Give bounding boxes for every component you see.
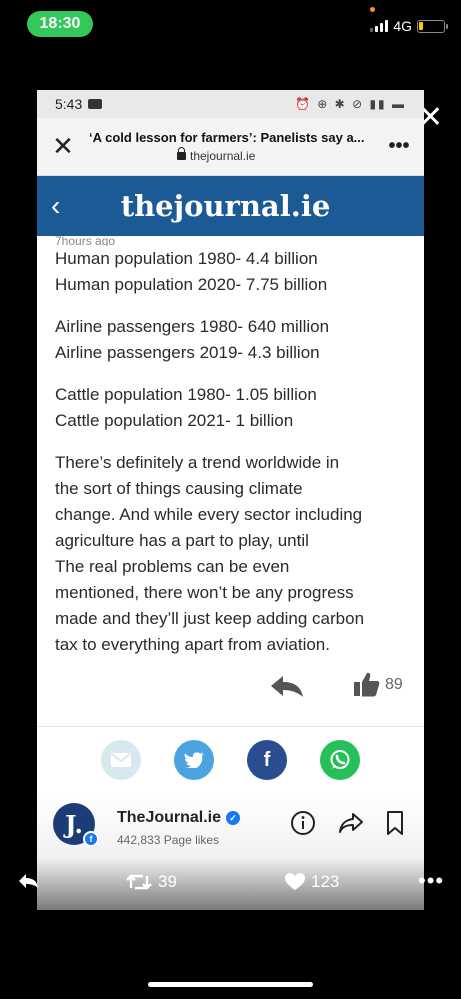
more-options-icon[interactable]: ••• [384,135,414,158]
facebook-badge-icon: f [83,831,99,847]
outer-status-bar: 18:30 4G [0,0,461,50]
url-text: thejournal.ie [190,149,256,163]
site-header: ‹ thejournal.ie [37,176,424,236]
like-count: 89 [385,676,403,693]
back-chevron-icon[interactable]: ‹ [51,190,81,222]
outer-status-right: 4G [370,18,448,34]
body-line: tax to everything apart from aviation. [55,635,330,654]
body-line: The real problems can be even [55,557,290,576]
page-title: ‘A cold lesson for farmers’: Panelists s… [89,130,365,145]
facebook-icon[interactable]: f [247,740,287,780]
page-name: TheJournal.ie [117,809,222,826]
comment-time: 7hours ago [55,236,116,246]
tweet-actions: 39 123 ••• [0,868,461,898]
stat-line: Human population 1980- 4.4 billion [55,249,318,268]
lock-icon [177,147,186,160]
network-label: 4G [393,18,412,34]
browser-close-icon[interactable]: ✕ [47,131,79,162]
page-name-row[interactable]: TheJournal.ie ✓ [117,809,241,827]
share-row: f [37,740,424,780]
body-line: the sort of things causing climate [55,479,303,498]
info-icon[interactable] [290,810,316,836]
stat-line: Airline passengers 1980- 640 million [55,317,330,336]
stat-group-human: Human population 1980- 4.4 billion Human… [55,246,406,298]
page-actions [290,810,404,836]
reply-icon[interactable] [269,674,305,703]
body-line: change. And while every sector including [55,505,363,524]
stat-line: Human population 2020- 7.75 billion [55,275,328,294]
twitter-icon[interactable] [174,740,214,780]
inner-time: 5:43 [55,96,83,112]
body-line: There’s definitely a trend worldwide in [55,453,340,472]
privacy-dot [370,7,375,12]
like-count-tweet: 123 [311,872,340,891]
site-logo: thejournal.ie [120,189,331,223]
browser-bar: ✕ ‘A cold lesson for farmers’: Panelists… [37,118,424,176]
retweet-count: 39 [158,872,177,891]
heart-icon [285,873,305,890]
inner-status-bar: 5:43 ⏰ ⊕ ✱ ⊘ ▮▮ ▬ [37,90,424,118]
home-indicator[interactable] [148,982,313,987]
bookmark-icon[interactable] [386,810,404,836]
stat-line: Cattle population 1980- 1.05 billion [55,385,317,404]
verified-icon: ✓ [226,811,241,825]
reply-arrow-icon[interactable] [17,872,39,895]
body-line: made and they’ll just keep adding carbon [55,609,365,628]
comment-actions: 89 [37,670,424,700]
video-app-icon [88,99,103,109]
url-row: thejournal.ie [89,147,384,163]
battery-icon [417,19,448,33]
signal-icon [370,20,389,32]
share-arrow-icon[interactable] [338,811,364,835]
stat-line: Cattle population 2021- 1 billion [55,411,294,430]
retweet-icon [126,874,152,890]
comment-paragraph: There’s definitely a trend worldwide in … [55,450,406,658]
divider [37,726,424,727]
outer-time: 18:30 [27,11,93,37]
comment-body: 7hours ago Human population 1980- 4.4 bi… [37,236,424,658]
like-button[interactable]: 123 [285,872,339,892]
thumbs-up-icon[interactable] [352,670,380,703]
stat-group-airline: Airline passengers 1980- 640 million Air… [55,314,406,366]
url-box[interactable]: ‘A cold lesson for farmers’: Panelists s… [79,130,384,163]
page-likes: 442,833 Page likes [117,833,220,847]
whatsapp-icon[interactable] [320,740,360,780]
inner-status-icons: ⏰ ⊕ ✱ ⊘ ▮▮ ▬ [295,97,406,111]
stat-line: Airline passengers 2019- 4.3 billion [55,343,320,362]
more-icon[interactable]: ••• [418,868,444,894]
retweet-button[interactable]: 39 [126,872,177,892]
body-line: agriculture has a part to play, until [55,531,309,550]
embedded-screenshot: 5:43 ⏰ ⊕ ✱ ⊘ ▮▮ ▬ ✕ ‘A cold lesson for f… [37,90,424,910]
stat-group-cattle: Cattle population 1980- 1.05 billion Cat… [55,382,406,434]
body-line: mentioned, there won’t be any progress [55,583,354,602]
mail-icon[interactable] [101,740,141,780]
